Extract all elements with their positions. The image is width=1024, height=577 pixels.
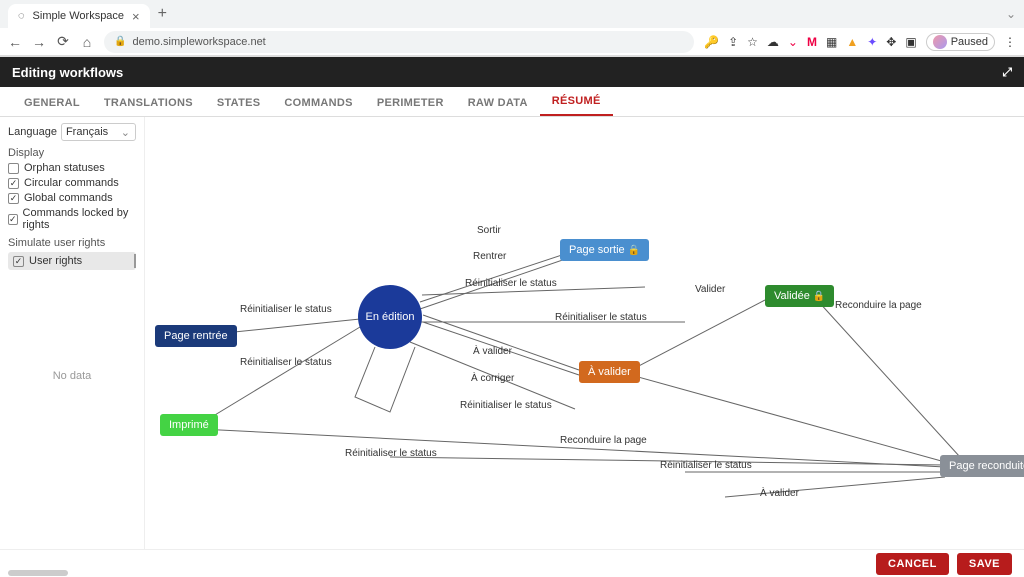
save-button[interactable]: SAVE xyxy=(957,553,1012,575)
new-tab-button[interactable]: + xyxy=(158,5,167,23)
edge-sortir: Sortir xyxy=(477,225,501,236)
star-icon[interactable]: ☆ xyxy=(747,35,758,49)
paused-label: Paused xyxy=(951,36,988,48)
edges-svg xyxy=(145,117,1024,549)
paused-pill[interactable]: Paused xyxy=(926,33,995,51)
lock-icon: 🔒 xyxy=(813,291,825,302)
option-circular[interactable]: Circular commands xyxy=(8,177,136,189)
edge-reinit7: Réinitialiser le status xyxy=(660,460,752,471)
avatar xyxy=(933,35,947,49)
browser-tab[interactable]: ◌ Simple Workspace × xyxy=(8,4,150,28)
language-select[interactable]: Français xyxy=(61,123,136,141)
node-page-sortie[interactable]: Page sortie🔒 xyxy=(560,239,649,261)
address-bar-row: ← → ⟳ ⌂ 🔒 demo.simpleworkspace.net 🔑 ⇪ ☆… xyxy=(0,28,1024,56)
app-tabs: GENERAL TRANSLATIONS STATES COMMANDS PER… xyxy=(0,87,1024,117)
back-icon[interactable]: ← xyxy=(8,34,22,50)
edge-reinit3: Réinitialiser le status xyxy=(240,357,332,368)
url-box[interactable]: 🔒 demo.simpleworkspace.net xyxy=(104,31,694,53)
page-title: Editing workflows xyxy=(12,65,123,80)
checkbox-icon xyxy=(8,214,18,225)
m-icon[interactable]: M xyxy=(807,35,817,49)
edge-reinit5: Réinitialiser le status xyxy=(460,400,552,411)
checkbox-icon xyxy=(8,163,19,174)
ext2-icon[interactable]: ▲ xyxy=(846,35,858,49)
browser-chrome: ◌ Simple Workspace × + ⌄ ← → ⟳ ⌂ 🔒 demo.… xyxy=(0,0,1024,57)
node-page-rentree[interactable]: Page rentrée xyxy=(155,325,237,347)
cloud-icon[interactable]: ☁ xyxy=(767,35,779,49)
node-imprime[interactable]: Imprimé xyxy=(160,414,218,436)
tab-raw-data[interactable]: RAW DATA xyxy=(456,90,540,116)
simulate-label: Simulate user rights xyxy=(8,237,136,249)
puzzle-icon[interactable]: ✥ xyxy=(886,35,896,49)
checkbox-icon xyxy=(8,178,19,189)
ext1-icon[interactable]: ▦ xyxy=(826,35,837,49)
workflow-canvas[interactable]: Page rentrée Imprimé En édition Page sor… xyxy=(145,117,1024,549)
edge-rentrer: Rentrer xyxy=(473,251,506,262)
title-bar: Editing workflows ⤢ xyxy=(0,57,1024,87)
checkbox-icon xyxy=(8,193,19,204)
toolbar-icons: 🔑 ⇪ ☆ ☁ ⌄ M ▦ ▲ ✦ ✥ ▣ Paused ⋮ xyxy=(704,33,1016,51)
expand-icon[interactable]: ⤢ xyxy=(1002,65,1012,80)
tab-states[interactable]: STATES xyxy=(205,90,273,116)
apps-icon[interactable]: ▣ xyxy=(905,35,916,49)
language-label: Language xyxy=(8,126,57,138)
node-a-valider[interactable]: À valider xyxy=(579,361,640,383)
lock-icon: 🔒 xyxy=(628,245,640,256)
tab-title: Simple Workspace xyxy=(33,10,125,22)
node-validee[interactable]: Validée🔒 xyxy=(765,285,834,307)
url-text: demo.simpleworkspace.net xyxy=(132,36,265,48)
no-data-text: No data xyxy=(8,370,136,382)
tab-resume[interactable]: RÉSUMÉ xyxy=(540,88,613,116)
home-icon[interactable]: ⌂ xyxy=(80,34,94,50)
edge-a-valider: À valider xyxy=(473,346,512,357)
option-global[interactable]: Global commands xyxy=(8,192,136,204)
globe-icon: ◌ xyxy=(18,10,25,22)
node-en-edition[interactable]: En édition xyxy=(358,285,422,349)
cancel-button[interactable]: CANCEL xyxy=(876,553,949,575)
option-orphan[interactable]: Orphan statuses xyxy=(8,162,136,174)
edge-reinit1: Réinitialiser le status xyxy=(465,278,557,289)
node-page-reconduite[interactable]: Page reconduite xyxy=(940,455,1024,477)
pocket-icon[interactable]: ⌄ xyxy=(788,35,798,49)
sidebar: Language Français Display Orphan statuse… xyxy=(0,117,145,549)
reload-icon[interactable]: ⟳ xyxy=(56,33,70,50)
edge-reinit2: Réinitialiser le status xyxy=(240,304,332,315)
ext3-icon[interactable]: ✦ xyxy=(867,35,877,49)
option-locked[interactable]: Commands locked by rights xyxy=(8,207,136,231)
tab-translations[interactable]: TRANSLATIONS xyxy=(92,90,205,116)
footer: CANCEL SAVE xyxy=(0,549,1024,577)
tab-commands[interactable]: COMMANDS xyxy=(272,90,364,116)
menu-icon[interactable]: ⋮ xyxy=(1004,35,1016,49)
edge-reconduire2: Reconduire la page xyxy=(560,435,647,446)
main: Language Français Display Orphan statuse… xyxy=(0,117,1024,549)
display-label: Display xyxy=(8,147,136,159)
key-icon[interactable]: 🔑 xyxy=(704,35,719,49)
edge-reinit6: Réinitialiser le status xyxy=(345,448,437,459)
tab-general[interactable]: GENERAL xyxy=(12,90,92,116)
user-rights-row[interactable]: User rights xyxy=(8,252,136,270)
chevron-down-icon[interactable]: ⌄ xyxy=(1006,7,1016,21)
edge-a-corriger: À corriger xyxy=(471,373,514,384)
lock-icon: 🔒 xyxy=(114,36,126,47)
edge-reconduire1: Reconduire la page xyxy=(835,300,922,311)
checkbox-icon xyxy=(13,256,24,267)
edge-a-valider2: À valider xyxy=(760,488,799,499)
forward-icon[interactable]: → xyxy=(32,34,46,50)
edge-valider: Valider xyxy=(695,284,725,295)
close-icon[interactable]: × xyxy=(132,9,140,24)
edge-reinit4: Réinitialiser le status xyxy=(555,312,647,323)
tab-perimeter[interactable]: PERIMETER xyxy=(365,90,456,116)
share-icon[interactable]: ⇪ xyxy=(728,35,738,49)
tab-strip: ◌ Simple Workspace × + ⌄ xyxy=(0,0,1024,28)
